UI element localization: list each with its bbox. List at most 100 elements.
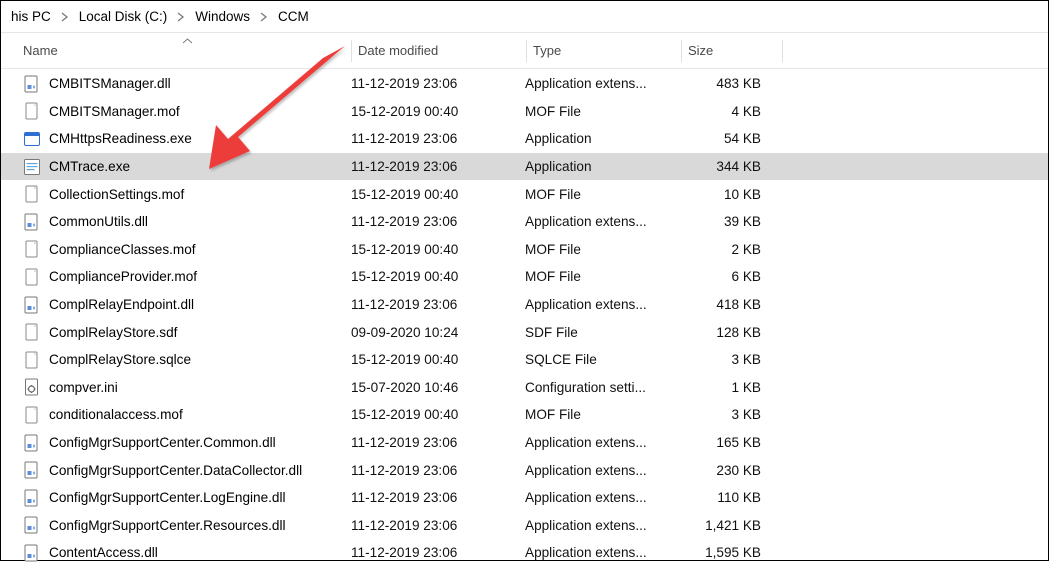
file-size: 3 KB xyxy=(679,352,779,367)
file-date: 11-12-2019 23:06 xyxy=(351,463,525,478)
breadcrumb-item[interactable]: his PC xyxy=(7,9,55,24)
column-header-label: Name xyxy=(23,43,58,58)
dll-file-icon xyxy=(23,461,41,479)
dll-file-icon xyxy=(23,544,41,562)
file-type: Application extens... xyxy=(525,545,679,560)
file-name: ConfigMgrSupportCenter.DataCollector.dll xyxy=(49,463,302,478)
generic-file-icon xyxy=(23,351,41,369)
file-name: ComplRelayStore.sdf xyxy=(49,325,177,340)
file-date: 11-12-2019 23:06 xyxy=(351,131,525,146)
table-row[interactable]: CMTrace.exe 11-12-2019 23:06 Application… xyxy=(1,153,1048,181)
file-type: SQLCE File xyxy=(525,352,679,367)
chevron-right-icon xyxy=(171,12,191,22)
table-row[interactable]: conditionalaccess.mof 15-12-2019 00:40 M… xyxy=(1,401,1048,429)
file-type: Application xyxy=(525,159,679,174)
file-type: Application extens... xyxy=(525,463,679,478)
file-size: 483 KB xyxy=(679,76,779,91)
file-size: 6 KB xyxy=(679,269,779,284)
generic-file-icon xyxy=(23,406,41,424)
file-name: CMBITSManager.mof xyxy=(49,104,180,119)
file-name: ComplianceClasses.mof xyxy=(49,242,196,257)
column-header-name[interactable]: Name xyxy=(23,33,351,68)
file-size: 2 KB xyxy=(679,242,779,257)
file-name: CMHttpsReadiness.exe xyxy=(49,131,192,146)
table-row[interactable]: ComplRelayStore.sqlce 15-12-2019 00:40 S… xyxy=(1,346,1048,374)
file-type: Application xyxy=(525,131,679,146)
file-date: 11-12-2019 23:06 xyxy=(351,490,525,505)
column-header-label: Date modified xyxy=(352,43,438,58)
table-row[interactable]: compver.ini 15-07-2020 10:46 Configurati… xyxy=(1,374,1048,402)
file-name: conditionalaccess.mof xyxy=(49,407,183,422)
file-name: compver.ini xyxy=(49,380,118,395)
file-size: 3 KB xyxy=(679,407,779,422)
file-date: 15-12-2019 00:40 xyxy=(351,187,525,202)
file-type: Application extens... xyxy=(525,76,679,91)
dll-file-icon xyxy=(23,489,41,507)
file-date: 09-09-2020 10:24 xyxy=(351,325,525,340)
file-size: 1,421 KB xyxy=(679,518,779,533)
table-row[interactable]: ComplRelayStore.sdf 09-09-2020 10:24 SDF… xyxy=(1,318,1048,346)
file-type: MOF File xyxy=(525,104,679,119)
column-header-label: Type xyxy=(527,43,561,58)
breadcrumb-item[interactable]: CCM xyxy=(274,9,313,24)
table-row[interactable]: ConfigMgrSupportCenter.Resources.dll 11-… xyxy=(1,512,1048,540)
column-header-size[interactable]: Size xyxy=(682,33,782,68)
file-type: MOF File xyxy=(525,187,679,202)
column-header-label: Size xyxy=(682,43,713,58)
file-size: 10 KB xyxy=(679,187,779,202)
file-type: SDF File xyxy=(525,325,679,340)
file-type: Application extens... xyxy=(525,297,679,312)
table-row[interactable]: ContentAccess.dll 11-12-2019 23:06 Appli… xyxy=(1,539,1048,567)
column-header-date[interactable]: Date modified xyxy=(352,33,526,68)
column-divider[interactable] xyxy=(782,40,783,62)
dll-file-icon xyxy=(23,434,41,452)
file-type: MOF File xyxy=(525,269,679,284)
file-size: 165 KB xyxy=(679,435,779,450)
file-type: Configuration setti... xyxy=(525,380,679,395)
table-row[interactable]: CMBITSManager.dll 11-12-2019 23:06 Appli… xyxy=(1,70,1048,98)
table-row[interactable]: ComplianceClasses.mof 15-12-2019 00:40 M… xyxy=(1,236,1048,264)
table-row[interactable]: CollectionSettings.mof 15-12-2019 00:40 … xyxy=(1,180,1048,208)
dll-file-icon xyxy=(23,213,41,231)
breadcrumb[interactable]: his PC Local Disk (C:) Windows CCM xyxy=(1,1,1048,33)
file-type: Application extens... xyxy=(525,490,679,505)
exe-cmtrace-icon xyxy=(23,158,41,176)
dll-file-icon xyxy=(23,296,41,314)
table-row[interactable]: CMBITSManager.mof 15-12-2019 00:40 MOF F… xyxy=(1,98,1048,126)
breadcrumb-item[interactable]: Windows xyxy=(191,9,254,24)
sort-indicator-icon xyxy=(183,32,192,47)
table-row[interactable]: CMHttpsReadiness.exe 11-12-2019 23:06 Ap… xyxy=(1,125,1048,153)
table-row[interactable]: ConfigMgrSupportCenter.Common.dll 11-12-… xyxy=(1,429,1048,457)
file-name: CommonUtils.dll xyxy=(49,214,148,229)
chevron-right-icon xyxy=(55,12,75,22)
file-date: 11-12-2019 23:06 xyxy=(351,76,525,91)
file-date: 11-12-2019 23:06 xyxy=(351,297,525,312)
file-date: 15-12-2019 00:40 xyxy=(351,407,525,422)
file-list[interactable]: CMBITSManager.dll 11-12-2019 23:06 Appli… xyxy=(1,69,1048,567)
column-header-type[interactable]: Type xyxy=(527,33,681,68)
breadcrumb-item[interactable]: Local Disk (C:) xyxy=(75,9,172,24)
file-date: 15-12-2019 00:40 xyxy=(351,242,525,257)
file-size: 418 KB xyxy=(679,297,779,312)
dll-file-icon xyxy=(23,516,41,534)
file-date: 11-12-2019 23:06 xyxy=(351,159,525,174)
file-size: 1 KB xyxy=(679,380,779,395)
file-name: ComplRelayStore.sqlce xyxy=(49,352,191,367)
generic-file-icon xyxy=(23,323,41,341)
file-size: 54 KB xyxy=(679,131,779,146)
file-date: 11-12-2019 23:06 xyxy=(351,518,525,533)
table-row[interactable]: ComplRelayEndpoint.dll 11-12-2019 23:06 … xyxy=(1,291,1048,319)
file-name: ConfigMgrSupportCenter.LogEngine.dll xyxy=(49,490,286,505)
file-size: 4 KB xyxy=(679,104,779,119)
table-row[interactable]: CommonUtils.dll 11-12-2019 23:06 Applica… xyxy=(1,208,1048,236)
file-size: 344 KB xyxy=(679,159,779,174)
table-row[interactable]: ConfigMgrSupportCenter.LogEngine.dll 11-… xyxy=(1,484,1048,512)
table-row[interactable]: ComplianceProvider.mof 15-12-2019 00:40 … xyxy=(1,263,1048,291)
file-size: 128 KB xyxy=(679,325,779,340)
table-row[interactable]: ConfigMgrSupportCenter.DataCollector.dll… xyxy=(1,456,1048,484)
file-date: 11-12-2019 23:06 xyxy=(351,214,525,229)
file-date: 15-12-2019 00:40 xyxy=(351,269,525,284)
file-type: MOF File xyxy=(525,407,679,422)
file-size: 230 KB xyxy=(679,463,779,478)
file-name: ConfigMgrSupportCenter.Resources.dll xyxy=(49,518,286,533)
